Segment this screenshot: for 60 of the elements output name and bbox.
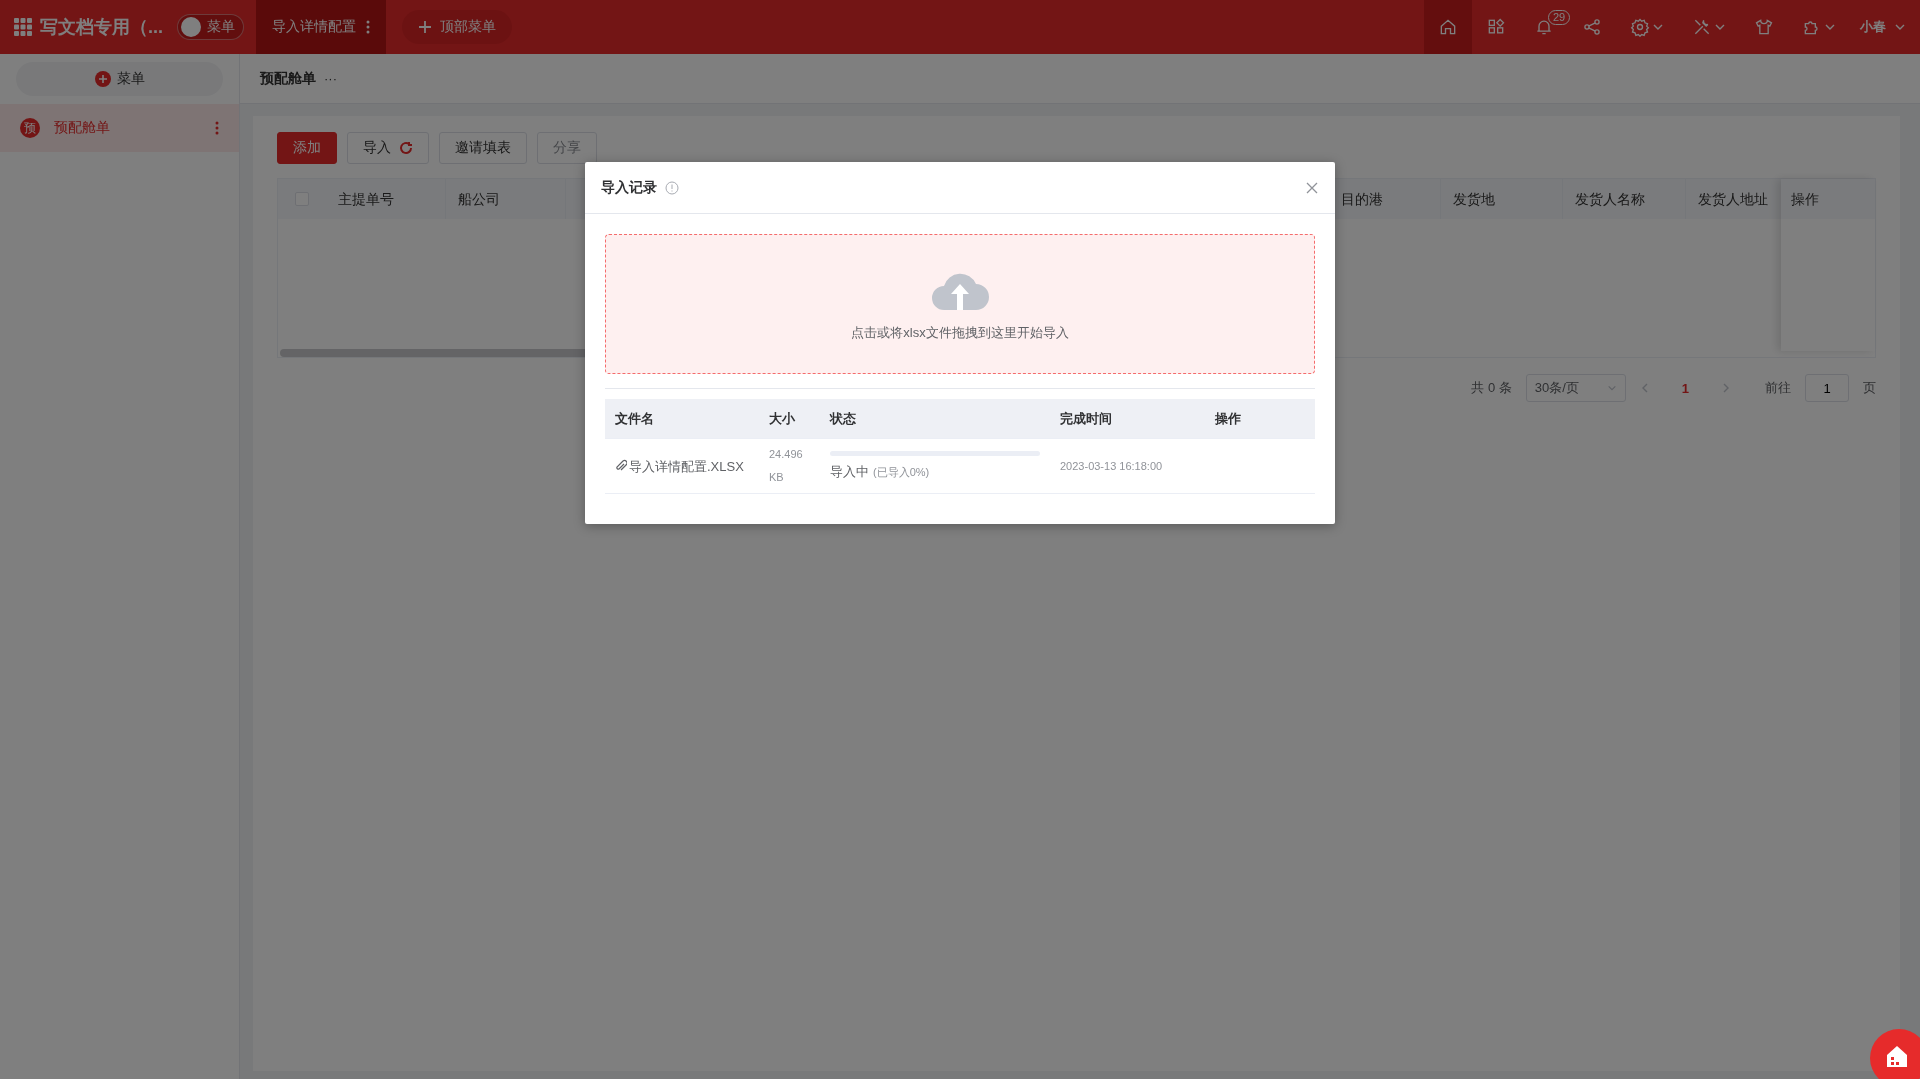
file-size: 24.496 KB <box>768 447 804 485</box>
share-icon <box>1582 17 1602 37</box>
column-header: 发货人名称 <box>1563 179 1686 219</box>
column-header: 船公司 <box>446 179 566 219</box>
goto-label: 前往 <box>1765 379 1791 397</box>
total-count: 共 0 条 <box>1471 379 1512 397</box>
add-top-menu-button[interactable]: 顶部菜单 <box>402 10 512 44</box>
column-header: 操作 <box>1781 179 1875 219</box>
apps-icon <box>1486 17 1506 37</box>
column-header: 文件名 <box>614 409 655 428</box>
column-header: 大小 <box>768 409 796 428</box>
column-header: 操作 <box>1214 409 1242 428</box>
info-icon[interactable] <box>665 180 679 195</box>
close-icon[interactable] <box>1305 180 1319 195</box>
next-page-icon[interactable] <box>1721 383 1731 393</box>
page-unit: 页 <box>1863 379 1876 397</box>
more-button[interactable]: ··· <box>324 71 337 86</box>
refresh-icon <box>399 141 413 155</box>
page-tab[interactable]: 预配舱单 <box>260 69 316 88</box>
finish-time: 2023-03-13 16:18:00 <box>1059 460 1164 472</box>
grid-icon[interactable] <box>14 18 32 36</box>
toolbar-button[interactable]: 邀请填表 <box>439 132 527 164</box>
sidebar-item-label: 预配舱单 <box>54 119 111 137</box>
file-name: 导入详情配置.XLSX <box>605 454 745 478</box>
top-tab[interactable]: 导入详情配置 <box>256 0 386 54</box>
upload-dropzone[interactable]: 点击或将xlsx文件拖拽到这里开始导入 <box>605 234 1315 374</box>
settings-icon <box>1630 17 1650 37</box>
toolbar-button[interactable]: 添加 <box>277 132 337 164</box>
column-header: 完成时间 <box>1059 409 1113 428</box>
column-header: 主提单号 <box>326 179 446 219</box>
paperclip-icon <box>615 458 627 473</box>
home-button[interactable] <box>1870 1029 1920 1079</box>
goto-page-field[interactable]: 1 <box>1805 374 1849 402</box>
notification-badge: 29 <box>1548 10 1571 25</box>
column-header: 状态 <box>828 409 857 428</box>
home-icon <box>1438 17 1458 37</box>
add-menu-button[interactable]: 菜单 <box>16 62 223 96</box>
sidebar-item[interactable]: 预 预配舱单 <box>0 104 239 152</box>
shirt-icon <box>1754 17 1774 37</box>
column-header: 发货地 <box>1441 179 1563 219</box>
page-size-select[interactable]: 30条/页 <box>1525 374 1626 402</box>
tools-icon <box>1692 17 1712 37</box>
toolbar-button[interactable]: 导入 <box>347 132 429 164</box>
plus-icon <box>418 20 432 34</box>
house-icon <box>1884 1043 1910 1069</box>
upload-hint: 点击或将xlsx文件拖拽到这里开始导入 <box>851 324 1069 342</box>
import-status: 导入中 <box>830 464 869 479</box>
chevron-down-icon <box>1606 383 1617 393</box>
dialog-title: 导入记录 <box>601 178 657 197</box>
menu-toggle[interactable]: 菜单 <box>177 14 244 40</box>
more-icon[interactable] <box>215 121 219 135</box>
page-number[interactable]: 1 <box>1663 380 1707 396</box>
toolbar-item[interactable]: 29 <box>1520 0 1568 54</box>
more-icon[interactable] <box>366 20 370 34</box>
progress-text: (已导入0%) <box>873 466 930 478</box>
toolbar-item[interactable] <box>1424 0 1472 54</box>
menu-badge: 预 <box>20 118 40 138</box>
plus-icon <box>94 71 111 87</box>
user-avatar[interactable]: 小春 <box>1860 18 1886 36</box>
app-title: 写文档专用（... <box>40 16 163 39</box>
